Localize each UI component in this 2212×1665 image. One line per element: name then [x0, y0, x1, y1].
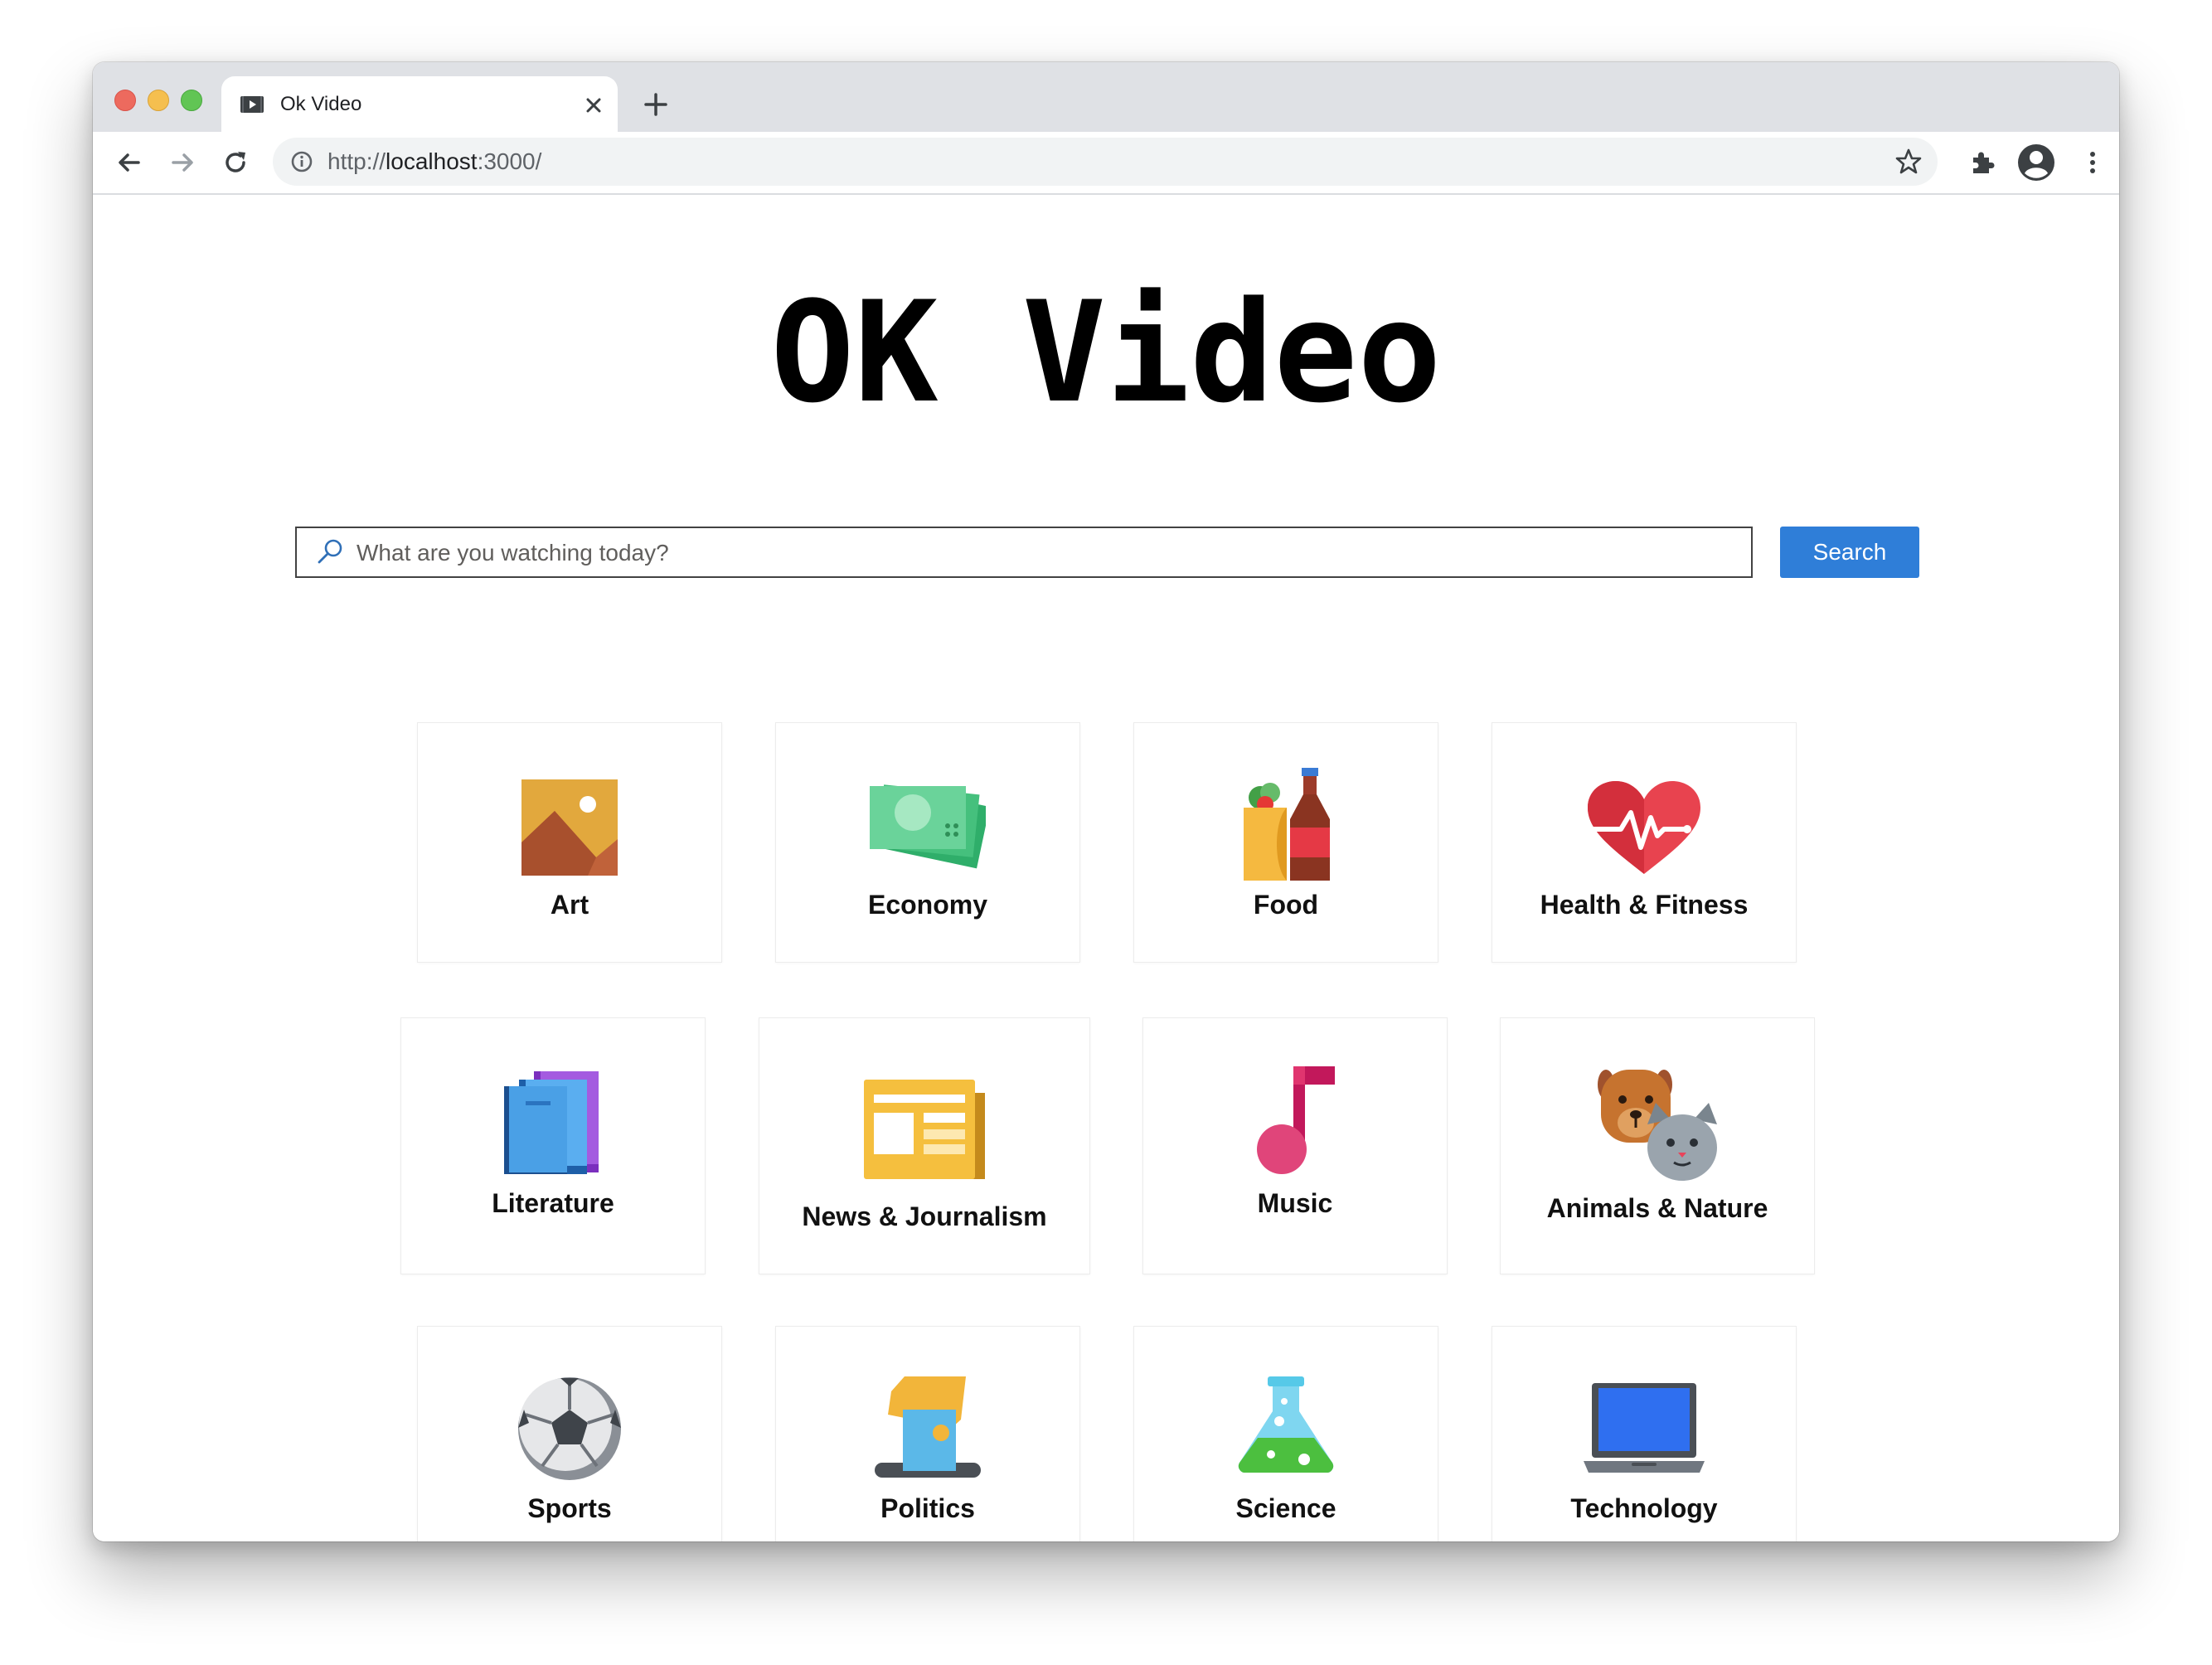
address-bar[interactable]: http://localhost:3000/ — [273, 138, 1938, 186]
dog-cat-icon — [1598, 1066, 1717, 1185]
page-title: OK Video — [770, 271, 1442, 434]
video-favicon-icon — [240, 95, 264, 119]
minimize-window-button[interactable] — [148, 90, 169, 111]
tab-bar: Ok Video — [93, 62, 2119, 132]
more-menu-icon[interactable] — [2076, 146, 2109, 179]
category-label: Economy — [867, 890, 988, 920]
category-label: Health & Fitness — [1540, 890, 1749, 920]
close-tab-icon[interactable] — [581, 93, 606, 118]
browser-toolbar: http://localhost:3000/ — [93, 132, 2119, 195]
category-label: Literature — [492, 1188, 614, 1218]
picture-icon — [521, 779, 618, 880]
heartbeat-icon — [1587, 781, 1700, 881]
tab-title: Ok Video — [280, 93, 362, 115]
extensions-puzzle-icon[interactable] — [1965, 146, 1998, 179]
category-label: News & Journalism — [802, 1201, 1047, 1231]
category-label: Music — [1257, 1188, 1333, 1218]
forward-arrow-icon[interactable] — [166, 146, 199, 179]
food-drink-icon — [1240, 768, 1332, 885]
ballot-icon — [875, 1376, 981, 1483]
category-label: Animals & Nature — [1546, 1193, 1768, 1223]
flask-icon — [1238, 1376, 1334, 1477]
books-icon — [504, 1071, 602, 1178]
category-card-technology[interactable]: Technology — [1492, 1326, 1797, 1541]
search-input[interactable] — [355, 530, 1734, 576]
laptop-icon — [1584, 1383, 1705, 1478]
bookmark-star-icon[interactable] — [1894, 148, 1923, 180]
category-card-music[interactable]: Music — [1142, 1017, 1448, 1274]
category-card-politics[interactable]: Politics — [775, 1326, 1080, 1541]
back-arrow-icon[interactable] — [113, 146, 146, 179]
category-label: Science — [1235, 1493, 1336, 1523]
close-window-button[interactable] — [114, 90, 136, 111]
category-label: Food — [1253, 890, 1319, 920]
category-label: Sports — [527, 1493, 612, 1523]
money-icon — [870, 778, 990, 881]
site-info-icon[interactable] — [289, 149, 314, 178]
page-content: OK Video Search Art Economy Food — [93, 195, 2119, 1541]
category-label: Technology — [1570, 1493, 1718, 1523]
browser-tab[interactable]: Ok Video — [221, 76, 618, 132]
category-card-food[interactable]: Food — [1133, 722, 1438, 963]
profile-avatar-icon[interactable] — [2016, 143, 2056, 182]
category-card-sports[interactable]: Sports — [417, 1326, 722, 1541]
new-tab-icon[interactable] — [642, 90, 670, 119]
url-text[interactable]: http://localhost:3000/ — [327, 148, 541, 176]
category-card-science[interactable]: Science — [1133, 1326, 1438, 1541]
category-card-literature[interactable]: Literature — [400, 1017, 706, 1274]
category-card-news-journalism[interactable]: News & Journalism — [759, 1017, 1090, 1274]
category-card-economy[interactable]: Economy — [775, 722, 1080, 963]
search-button[interactable]: Search — [1780, 527, 1919, 578]
search-box[interactable] — [295, 527, 1753, 578]
maximize-window-button[interactable] — [181, 90, 202, 111]
category-label: Politics — [880, 1493, 975, 1523]
category-label: Art — [550, 890, 589, 920]
reload-icon[interactable] — [219, 146, 252, 179]
category-card-art[interactable]: Art — [417, 722, 722, 963]
category-card-animals-nature[interactable]: Animals & Nature — [1500, 1017, 1815, 1274]
browser-window: Ok Video http://localhost:3000/ OK Video… — [93, 62, 2119, 1541]
search-icon — [315, 537, 345, 571]
newspaper-icon — [864, 1080, 985, 1183]
category-card-health-fitness[interactable]: Health & Fitness — [1492, 722, 1797, 963]
music-note-icon — [1254, 1066, 1336, 1178]
soccer-ball-icon — [517, 1376, 622, 1485]
